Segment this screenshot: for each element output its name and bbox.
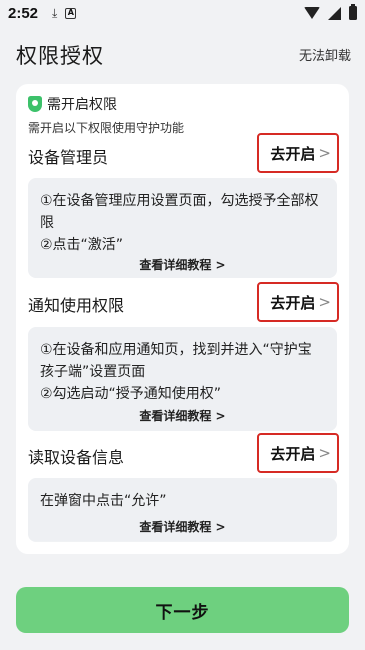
shield-icon [28, 96, 42, 112]
chevron-right-icon: > [318, 293, 331, 311]
permission-notice: 需开启权限 需开启以下权限使用守护功能 [28, 94, 328, 136]
battery-icon [349, 4, 357, 20]
permissions-card: 需开启权限 需开启以下权限使用守护功能 设备管理员 去开启 > ①在设备管理应用… [16, 84, 349, 554]
permission-title-notification: 通知使用权限 [28, 296, 125, 315]
wifi-icon [304, 7, 320, 19]
instruction-step: 在弹窗中点击“允许” [40, 493, 167, 509]
open-device-info-button[interactable]: 去开启 > [257, 433, 339, 473]
instruction-step: ①在设备管理应用设置页面，勾选授予全部权限 [40, 193, 319, 231]
instruction-step: ②勾选启动“授予通知使用权” [40, 386, 222, 402]
open-button-label: 去开启 [270, 144, 316, 163]
notice-title: 需开启权限 [47, 97, 117, 113]
device-info-instructions: 在弹窗中点击“允许” 查看详细教程 > [28, 478, 337, 542]
next-step-button[interactable]: 下一步 [16, 587, 349, 633]
instruction-step: ②点击“激活” [40, 237, 124, 253]
view-tutorial-link[interactable]: 查看详细教程 > [28, 254, 337, 276]
open-notification-access-button[interactable]: 去开启 > [257, 282, 339, 322]
status-time: 2:52 [8, 4, 39, 22]
cannot-uninstall-link[interactable]: 无法卸载 [299, 45, 351, 64]
scroll-fade [16, 540, 349, 554]
chevron-right-icon: > [318, 444, 331, 462]
download-icon: ⤓ [52, 5, 58, 20]
permission-title-device-info: 读取设备信息 [28, 448, 125, 467]
page-title: 权限授权 [16, 44, 104, 68]
status-bar: 2:52 ⤓ A [0, 0, 365, 26]
app-notification-icon: A [65, 7, 77, 19]
open-device-admin-button[interactable]: 去开启 > [257, 133, 339, 173]
open-button-label: 去开启 [270, 293, 316, 312]
chevron-right-icon: > [318, 144, 331, 162]
device-admin-instructions: ①在设备管理应用设置页面，勾选授予全部权限 ②点击“激活” 查看详细教程 > [28, 178, 337, 278]
notification-instructions: ①在设备和应用通知页，找到并进入“守护宝孩子端”设置页面 ②勾选启动“授予通知使… [28, 327, 337, 431]
permission-title-device-admin: 设备管理员 [28, 148, 109, 167]
instruction-step: ①在设备和应用通知页，找到并进入“守护宝孩子端”设置页面 [40, 342, 312, 380]
signal-icon [328, 6, 341, 20]
header: 权限授权 无法卸载 [0, 38, 365, 70]
open-button-label: 去开启 [270, 444, 316, 463]
view-tutorial-link[interactable]: 查看详细教程 > [28, 516, 337, 538]
view-tutorial-link[interactable]: 查看详细教程 > [28, 405, 337, 427]
